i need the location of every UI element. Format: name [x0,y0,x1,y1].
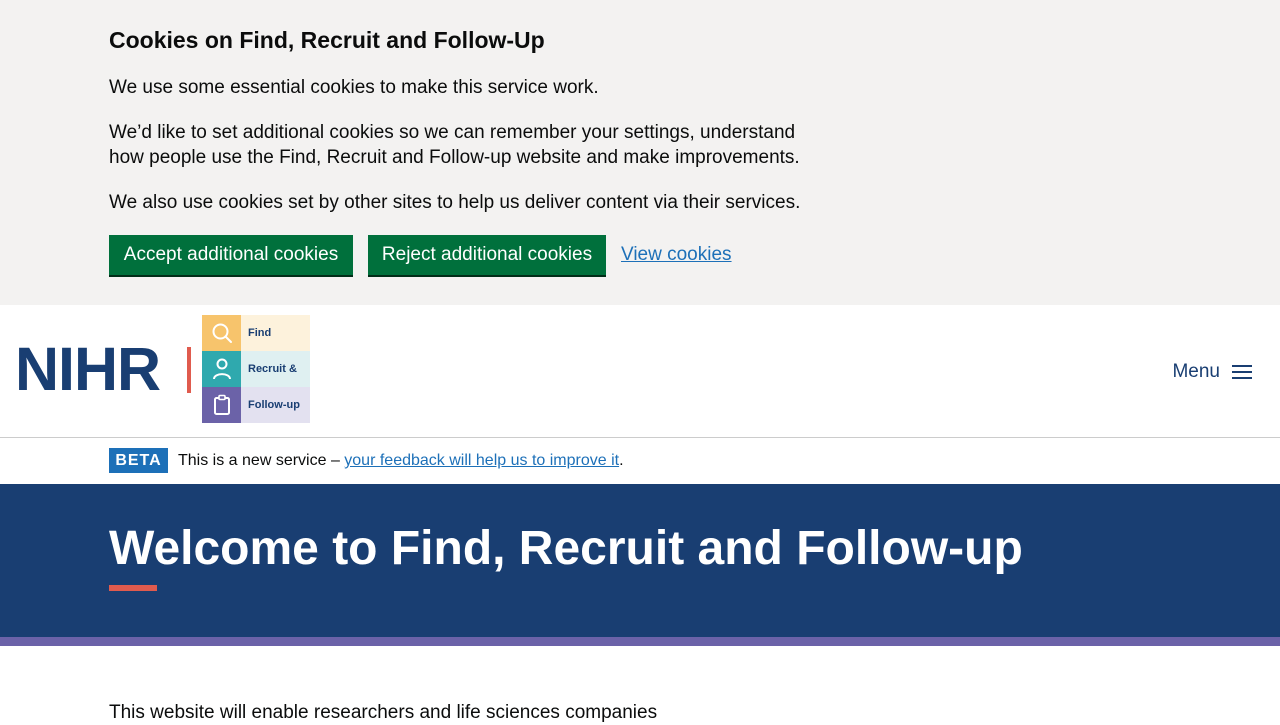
logo-divider [187,347,191,393]
clipboard-icon [202,387,241,423]
person-icon [202,351,241,387]
intro-paragraph: This website will enable researchers and… [109,702,658,723]
search-icon [202,315,241,351]
logo-tile-label: Follow-up [241,387,310,423]
reject-cookies-button[interactable]: Reject additional cookies [368,235,606,275]
phase-text-after: . [619,452,624,469]
cookie-paragraph-additional: We’d like to set additional cookies so w… [109,122,800,168]
menu-label: Menu [1172,361,1220,382]
logo-tile-recruit: Recruit & [202,351,310,387]
cookie-paragraph-essential: We use some essential cookies to make th… [109,77,599,98]
hero-banner: Welcome to Find, Recruit and Follow-up [0,484,1280,637]
phase-banner-text: This is a new service – your feedback wi… [178,451,624,471]
cookie-banner-title: Cookies on Find, Recruit and Follow-Up [109,27,545,53]
cookie-banner: Cookies on Find, Recruit and Follow-Up W… [0,0,1280,305]
logo-tile-label: Recruit & [241,351,310,387]
phase-text-before: This is a new service – [178,452,345,469]
logo-tile-find: Find [202,315,310,351]
hamburger-icon [1232,364,1252,380]
logo-tile-follow-up: Follow-up [202,387,310,423]
phase-banner: BETA This is a new service – your feedba… [0,438,1280,484]
accept-cookies-button[interactable]: Accept additional cookies [109,235,353,275]
title-accent-bar [109,585,157,591]
feedback-link[interactable]: your feedback will help us to improve it [344,452,619,469]
cookie-paragraph-third-party: We also use cookies set by other sites t… [109,192,801,213]
site-header: NIHR Find Recruit & Follow-up Menu [0,305,1280,438]
hero-stripe [0,637,1280,646]
beta-tag: BETA [109,448,168,473]
nihr-logo-text: NIHR [15,335,161,403]
logo-tile-label: Find [241,315,310,351]
view-cookies-link[interactable]: View cookies [621,242,732,267]
menu-button[interactable]: Menu [1172,359,1252,385]
nihr-frf-logo[interactable]: NIHR Find Recruit & Follow-up [15,315,315,423]
page-title: Welcome to Find, Recruit and Follow-up [109,522,1023,575]
